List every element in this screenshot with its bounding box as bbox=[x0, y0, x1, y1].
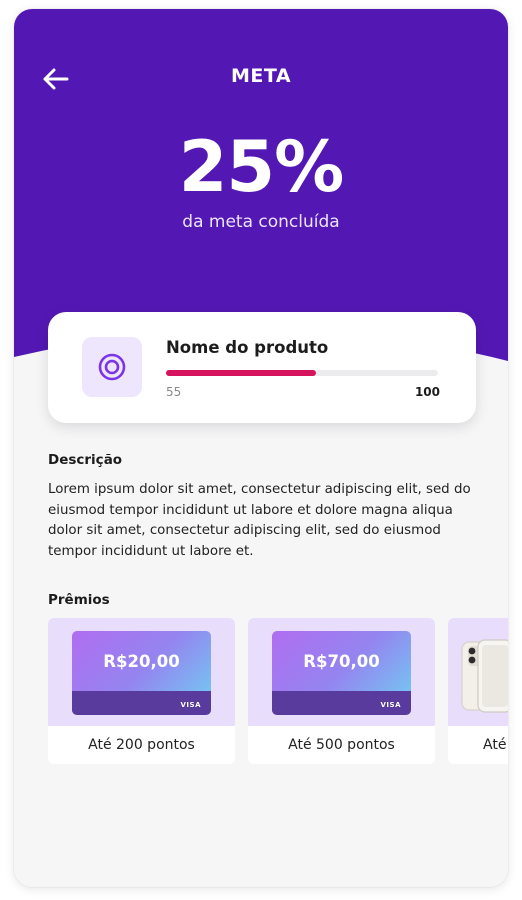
page-title: META bbox=[230, 65, 292, 87]
goal-percentage-caption: da meta concluída bbox=[182, 212, 340, 232]
prize-points-label: Até bbox=[483, 737, 507, 753]
gift-card-image: R$70,00 VISA bbox=[272, 631, 411, 715]
product-progress-card[interactable]: Nome do produto 55 100 bbox=[48, 312, 476, 423]
prize-points-label: Até 200 pontos bbox=[88, 737, 195, 753]
prizes-heading: Prêmios bbox=[48, 592, 110, 608]
prize-card-3[interactable]: Até bbox=[448, 618, 508, 764]
app-screen: META 25% da meta concluída Nome do produ… bbox=[14, 9, 508, 887]
description-heading: Descrição bbox=[48, 452, 123, 468]
visa-logo: VISA bbox=[180, 701, 201, 709]
prize-image: R$20,00 VISA bbox=[48, 618, 235, 726]
prize-image bbox=[448, 618, 508, 726]
phone-icon bbox=[461, 639, 508, 713]
product-progress-bar bbox=[166, 370, 438, 376]
visa-logo: VISA bbox=[380, 701, 401, 709]
prize-points-label: Até 500 pontos bbox=[288, 737, 395, 753]
target-icon bbox=[98, 353, 126, 381]
prize-card-2[interactable]: R$70,00 VISA Até 500 pontos bbox=[248, 618, 435, 764]
progress-current-value: 55 bbox=[166, 385, 182, 399]
prize-image: R$70,00 VISA bbox=[248, 618, 435, 726]
gift-card-amount: R$70,00 bbox=[303, 652, 380, 671]
prize-card-1[interactable]: R$20,00 VISA Até 200 pontos bbox=[48, 618, 235, 764]
goal-percentage: 25% bbox=[178, 126, 345, 208]
gift-card-image: R$20,00 VISA bbox=[72, 631, 211, 715]
gift-card-amount: R$20,00 bbox=[103, 652, 180, 671]
product-progress-fill bbox=[166, 370, 316, 376]
product-icon-box bbox=[82, 337, 142, 397]
product-name: Nome do produto bbox=[166, 338, 329, 357]
description-text: Lorem ipsum dolor sit amet, consectetur … bbox=[48, 482, 471, 559]
progress-target-value: 100 bbox=[414, 385, 440, 399]
